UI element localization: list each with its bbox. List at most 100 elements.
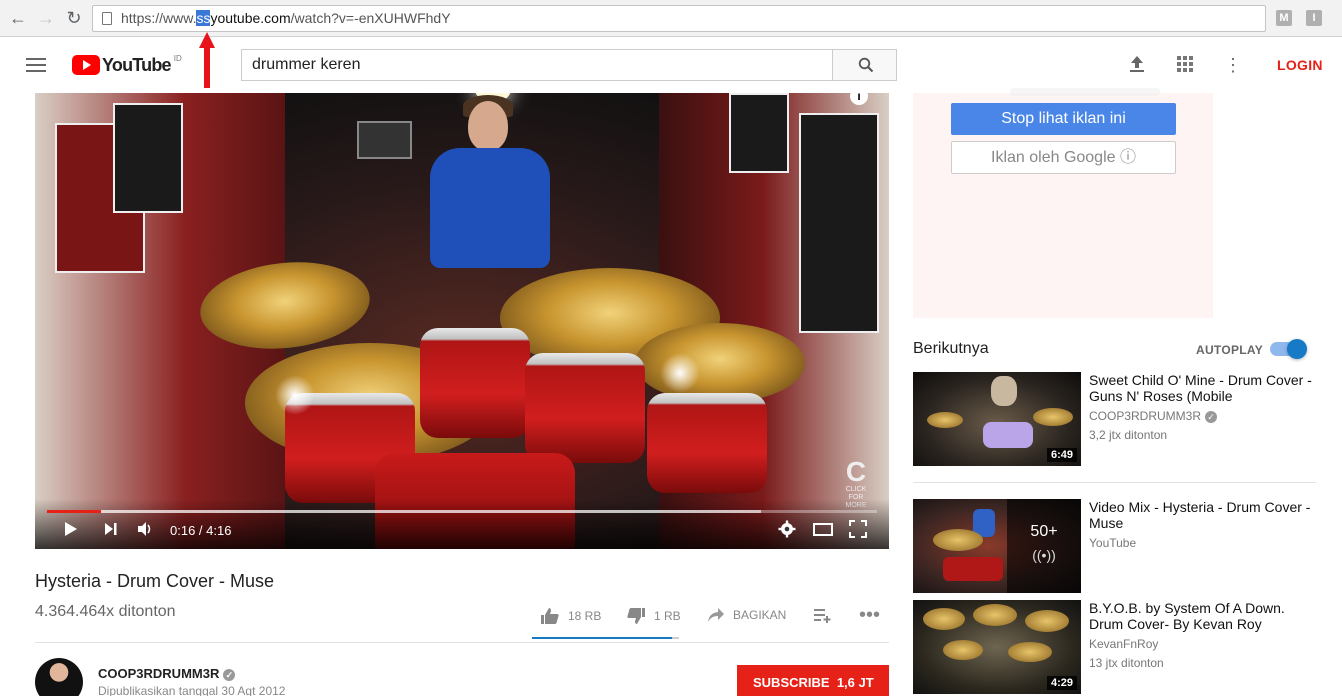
video-duration: 6:49 [1046, 448, 1077, 462]
youtube-play-icon [72, 55, 100, 75]
recommended-title[interactable]: Sweet Child O' Mine - Drum Cover - Guns … [1089, 372, 1319, 404]
thumbs-down-icon [627, 608, 645, 624]
dislike-button[interactable]: 1 RB [626, 607, 681, 625]
recommended-views: 13 jtx ditonton [1089, 656, 1164, 670]
video-thumbnail[interactable]: 6:49 [913, 372, 1081, 466]
thumb-drums [943, 557, 1003, 581]
recommended-channel-text: COOP3RDRUMM3R [1089, 409, 1202, 423]
channel-name[interactable]: COOP3RDRUMM3R ✓ [98, 666, 236, 681]
video-thumbnail[interactable]: 4:29 [913, 600, 1081, 694]
extension-i-icon[interactable]: I [1306, 10, 1322, 26]
apps-grid-icon[interactable] [1175, 55, 1195, 75]
reload-icon[interactable]: ↻ [64, 8, 84, 28]
verified-icon: ✓ [223, 668, 236, 681]
url-host: youtube.com [210, 10, 291, 26]
video-floor-tom [647, 393, 767, 493]
ad-faded-text [1010, 88, 1160, 96]
fullscreen-icon [849, 520, 867, 538]
annotation-arrow-icon [199, 32, 215, 88]
share-icon [708, 608, 724, 622]
dislike-count: 1 RB [654, 609, 681, 623]
progress-played [47, 510, 101, 513]
upload-icon[interactable] [1127, 55, 1147, 75]
more-vert-icon[interactable]: ⋮ [1223, 55, 1243, 75]
share-button[interactable]: BAGIKAN [707, 607, 786, 623]
next-icon [105, 523, 117, 535]
video-drummer-head [468, 101, 508, 151]
address-bar[interactable]: https://www.ssyoutube.com/watch?v=-enXUH… [92, 5, 1266, 32]
url-path: /watch?v=-enXUHWFhdY [290, 10, 451, 26]
video-poster-right [799, 113, 879, 333]
recommended-item[interactable]: 4:29 B.Y.O.B. by System Of A Down. Drum … [913, 600, 1323, 694]
thumb-cymbal [1025, 610, 1069, 632]
divider [35, 642, 889, 643]
subscriber-count: 1,6 JT [836, 675, 874, 690]
video-thumbnail[interactable]: 50+ ((•)) [913, 499, 1081, 593]
ads-by-google-button[interactable]: Iklan oleh Google ⓘ [951, 141, 1176, 174]
menu-icon[interactable] [26, 58, 46, 72]
logo-country: ID [173, 54, 182, 63]
more-actions-icon[interactable]: ••• [859, 604, 880, 627]
thumb-cymbal [927, 412, 963, 428]
recommended-title[interactable]: B.Y.O.B. by System Of A Down. Drum Cover… [1089, 600, 1319, 632]
like-count: 18 RB [568, 609, 602, 623]
subscribe-button[interactable]: SUBSCRIBE 1,6 JT [737, 665, 889, 696]
thumb-cymbal [1008, 642, 1052, 662]
recommended-item[interactable]: 50+ ((•)) Video Mix - Hysteria - Drum Co… [913, 499, 1323, 593]
player-controls-bg [35, 499, 889, 549]
video-player[interactable]: i C CLICK FOR MORE 0:16 / 4:16 [35, 93, 889, 549]
thumb-cymbal [973, 604, 1017, 626]
thumbs-up-icon [541, 608, 559, 624]
up-next-heading: Berikutnya [913, 340, 989, 357]
volume-icon [138, 522, 151, 536]
subscribe-label: SUBSCRIBE [753, 675, 830, 690]
extension-m-icon[interactable]: M [1276, 10, 1292, 26]
video-drummer-body [430, 148, 550, 268]
like-button[interactable]: 18 RB [540, 607, 601, 625]
search-button[interactable] [832, 49, 897, 81]
recommended-item[interactable]: 6:49 Sweet Child O' Mine - Drum Cover - … [913, 372, 1323, 466]
progress-loaded [47, 510, 761, 513]
url-prefix: https://www. [121, 10, 197, 26]
login-button[interactable]: LOGIN [1277, 57, 1323, 73]
verified-icon: ✓ [1205, 410, 1218, 423]
theater-mode-button[interactable] [813, 520, 833, 544]
like-ratio-bar [532, 637, 679, 639]
video-laptop [357, 121, 412, 159]
recommended-title[interactable]: Video Mix - Hysteria - Drum Cover - Muse [1089, 499, 1319, 531]
thumb-cymbal [923, 608, 965, 630]
theater-icon [813, 523, 833, 536]
play-icon [65, 522, 77, 536]
video-poster-left2 [113, 103, 183, 213]
video-poster-right2 [729, 93, 789, 173]
click-for-more-overlay[interactable]: C CLICK FOR MORE [838, 456, 874, 510]
gear-icon [778, 520, 796, 538]
forward-icon[interactable]: → [36, 8, 56, 28]
settings-button[interactable] [778, 520, 796, 544]
recommended-views: 3,2 jtx ditonton [1089, 428, 1168, 442]
fullscreen-button[interactable] [849, 520, 867, 544]
video-cymbal-far-right [635, 323, 805, 403]
channel-avatar[interactable] [35, 658, 83, 696]
playlist-add-icon [814, 609, 831, 623]
recommended-channel: YouTube [1089, 536, 1137, 550]
add-to-playlist-button[interactable] [814, 607, 832, 623]
channel-logo-icon: C [845, 456, 867, 487]
volume-button[interactable] [136, 520, 154, 544]
stop-ad-button[interactable]: Stop lihat iklan ini [951, 103, 1176, 135]
progress-bar[interactable] [47, 510, 877, 513]
url-selected: ss [196, 10, 211, 26]
autoplay-label: AUTOPLAY [1196, 343, 1264, 357]
back-icon[interactable]: ← [8, 8, 28, 28]
autoplay-toggle[interactable] [1270, 339, 1307, 359]
search-icon [858, 57, 874, 73]
youtube-logo[interactable]: YouTube ID [72, 54, 182, 76]
play-button[interactable] [63, 520, 79, 544]
mix-icon: ((•)) [1032, 547, 1056, 563]
logo-text: YouTube [102, 54, 172, 75]
search-input[interactable]: drummer keren [241, 49, 833, 81]
next-button[interactable] [103, 520, 119, 544]
publish-date: Dipublikasikan tanggal 30 Agt 2012 [98, 684, 286, 696]
page-icon [102, 12, 112, 25]
playlist-overlay: 50+ ((•)) [1007, 499, 1081, 593]
